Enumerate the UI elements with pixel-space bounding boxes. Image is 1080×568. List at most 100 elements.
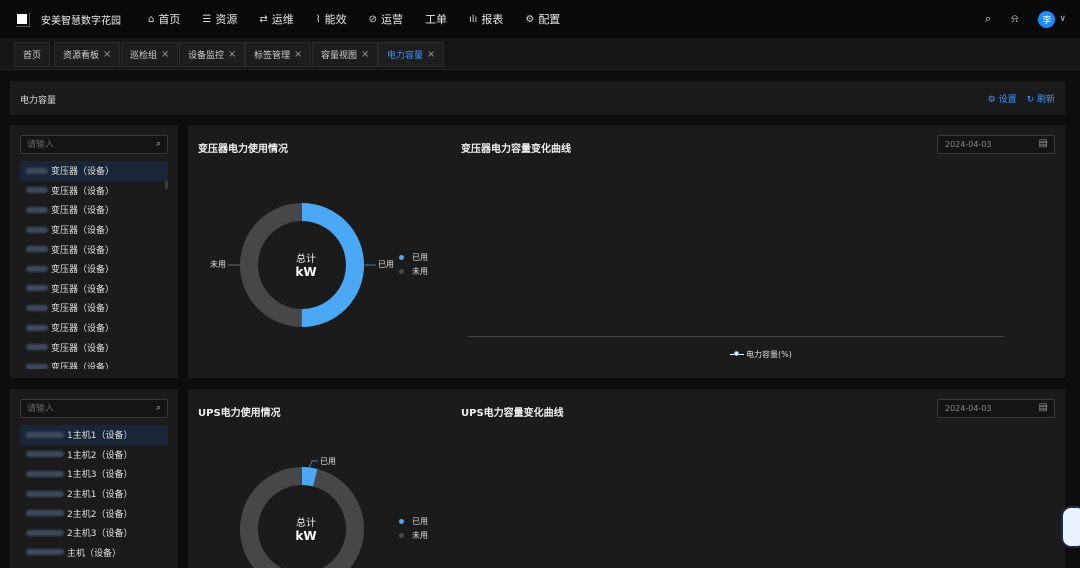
list-item[interactable]: 变压器（设备） — [20, 259, 168, 279]
search-icon[interactable]: ⌕ — [985, 12, 991, 26]
legend-used: 已用 — [399, 516, 428, 527]
bell-icon[interactable]: ⍾ — [1011, 12, 1018, 26]
main-nav: ⌂ 首页 ☰ 资源 ⇄ 运维 ⌇ 能效 ⊘ 运营 工单 ılı 报表 ⚙ 配置 — [148, 0, 582, 38]
tab-resource-board[interactable]: 资源看板 × — [54, 42, 121, 67]
tab-inspection-group[interactable]: 巡检组 × — [121, 42, 179, 67]
legend-dot — [399, 255, 404, 260]
list-item[interactable]: 1主机2（设备） — [20, 445, 168, 465]
home-icon: ⌂ — [148, 13, 155, 25]
used-label: 已用 — [378, 260, 394, 269]
close-icon[interactable]: × — [228, 49, 236, 60]
top-right-tools: ⌕ ⍾ 李 ∨ — [965, 0, 1066, 38]
list-item[interactable]: 变压器（设备） — [20, 200, 168, 220]
list-icon: ☰ — [202, 13, 212, 25]
transformer-donut-chart — [228, 203, 376, 327]
unused-label: 未用 — [210, 260, 226, 269]
close-icon[interactable]: × — [294, 49, 302, 60]
gear-icon: ⚙ — [525, 13, 535, 25]
date-value: 2024-04-03 — [945, 140, 992, 149]
transformer-date-picker[interactable]: 2024-04-03 ▤ — [937, 135, 1055, 154]
close-icon[interactable]: × — [161, 49, 169, 60]
ups-date-picker[interactable]: 2024-04-03 ▤ — [937, 399, 1055, 418]
ups-list-panel: ⌕ 1主机1（设备） 1主机2（设备） 1主机3（设备） 2主机1（设备） 2主… — [10, 389, 178, 568]
list-item[interactable]: 2主机1（设备） — [20, 484, 168, 504]
brand-name: 安美智慧数字花园 — [41, 16, 121, 27]
tab-power-capacity[interactable]: 电力容量 × — [378, 42, 445, 67]
transformer-list: 变压器（设备） 变压器（设备） 变压器（设备） 变压器（设备） 变压器（设备） … — [20, 161, 168, 369]
refresh-button[interactable]: ↻ 刷新 — [1027, 92, 1055, 105]
donut-center-title: 总计 — [296, 518, 316, 529]
legend-dot — [399, 519, 404, 524]
avatar[interactable]: 李 — [1038, 10, 1056, 28]
list-item[interactable]: 1主机1（设备） — [20, 425, 168, 445]
nav-item-efficiency[interactable]: ⌇ 能效 — [316, 0, 347, 38]
legend-line-marker — [730, 351, 744, 356]
top-navbar: 安美智慧数字花园 ⌂ 首页 ☰ 资源 ⇄ 运维 ⌇ 能效 ⊘ 运营 工单 ılı 报表 ⚙ 配… — [0, 0, 1080, 38]
search-icon[interactable]: ⌕ — [156, 139, 161, 149]
section-actions: ⚙ 设置 ↻ 刷新 — [978, 92, 1055, 105]
list-item[interactable]: 2主机2（设备） — [20, 503, 168, 523]
close-icon[interactable]: × — [427, 49, 435, 60]
nav-item-config[interactable]: ⚙ 配置 — [525, 0, 560, 38]
list-item[interactable]: 变压器（设备） — [20, 318, 168, 338]
logo-image — [16, 13, 30, 27]
ups-search-box[interactable]: ⌕ — [20, 399, 168, 418]
tab-device-monitor[interactable]: 设备监控 × — [179, 42, 246, 67]
date-value: 2024-04-03 — [945, 404, 992, 413]
transformer-list-panel: ⌕ 变压器（设备） 变压器（设备） 变压器（设备） 变压器（设备） 变压器（设备… — [10, 125, 178, 378]
nav-item-home[interactable]: ⌂ 首页 — [148, 0, 180, 38]
nav-item-ops[interactable]: ⇄ 运维 — [259, 0, 293, 38]
nav-item-operation[interactable]: ⊘ 运营 — [369, 0, 403, 38]
ups-list: 1主机1（设备） 1主机2（设备） 1主机3（设备） 2主机1（设备） 2主机2… — [20, 425, 168, 568]
list-item[interactable]: 1主机3（设备） — [20, 464, 168, 484]
list-item[interactable]: 变压器（设备） — [20, 357, 168, 369]
nav-item-reports[interactable]: ılı 报表 — [469, 0, 503, 38]
tab-home[interactable]: 首页 — [14, 42, 51, 67]
list-item[interactable]: 变压器（设备） — [20, 181, 168, 201]
section-header: 电力容量 ⚙ 设置 ↻ 刷新 — [10, 81, 1065, 115]
ups-chart-panel: UPS电力使用情况 UPS电力容量变化曲线 2024-04-03 ▤ 已用 总计… — [188, 389, 1065, 568]
tab-capacity-view[interactable]: 容量视图 × — [312, 42, 379, 67]
list-item[interactable]: 变压器（设备） — [20, 161, 168, 181]
donut-center-value: kW — [295, 529, 317, 543]
ups-donut-chart — [240, 460, 364, 568]
page-title: 电力容量 — [20, 96, 57, 106]
legend-dot — [399, 269, 404, 274]
used-leader-line — [308, 460, 318, 469]
donut-center-title: 总计 — [296, 254, 316, 265]
list-item[interactable]: 变压器（设备） — [20, 298, 168, 318]
compass-icon: ⊘ — [368, 13, 377, 25]
calendar-icon[interactable]: ▤ — [1039, 138, 1048, 149]
list-item[interactable]: 变压器（设备） — [20, 220, 168, 240]
nav-item-resources[interactable]: ☰ 资源 — [202, 0, 237, 38]
donut-center-value: kW — [295, 265, 317, 279]
list-item[interactable]: 变压器（设备） — [20, 239, 168, 259]
transformer-search-box[interactable]: ⌕ — [20, 135, 168, 154]
assistant-robot-icon[interactable] — [1061, 506, 1080, 548]
legend-unused: 未用 — [399, 266, 428, 277]
calendar-icon[interactable]: ▤ — [1039, 402, 1048, 413]
tab-tag-management[interactable]: 标签管理 × — [245, 42, 312, 67]
list-item[interactable]: 主机（设备） — [20, 543, 168, 563]
nav-item-workorder[interactable]: 工单 — [425, 0, 447, 38]
search-icon[interactable]: ⌕ — [156, 403, 161, 413]
ups-search-input[interactable] — [27, 403, 147, 415]
tab-bar: 首页 资源看板 × 巡检组 × 设备监控 × 标签管理 × 容量视图 × 电力容量 × — [0, 38, 1080, 70]
list-item[interactable]: 2主机3（设备） — [20, 523, 168, 543]
close-icon[interactable]: × — [103, 49, 111, 60]
bar-chart-icon: ılı — [469, 13, 478, 25]
legend-dot — [399, 533, 404, 538]
list-item[interactable]: 变压器（设备） — [20, 337, 168, 357]
transformer-chart-panel: 变压器电力使用情况 变压器电力容量变化曲线 2024-04-03 ▤ 未用 已用… — [188, 125, 1065, 378]
used-label: 已用 — [320, 457, 336, 466]
transformer-search-input[interactable] — [27, 139, 147, 151]
chevron-down-icon[interactable]: ∨ — [1059, 14, 1066, 24]
chart-x-axis — [468, 336, 1004, 337]
chart-legend[interactable]: 电力容量(%) — [730, 349, 792, 360]
list-item[interactable]: 变压器（设备） — [20, 279, 168, 299]
legend-used: 已用 — [399, 252, 428, 263]
legend-unused: 未用 — [399, 530, 428, 541]
settings-button[interactable]: ⚙ 设置 — [988, 92, 1017, 105]
close-icon[interactable]: × — [361, 49, 369, 60]
line-chart-icon: ⌇ — [315, 13, 321, 25]
